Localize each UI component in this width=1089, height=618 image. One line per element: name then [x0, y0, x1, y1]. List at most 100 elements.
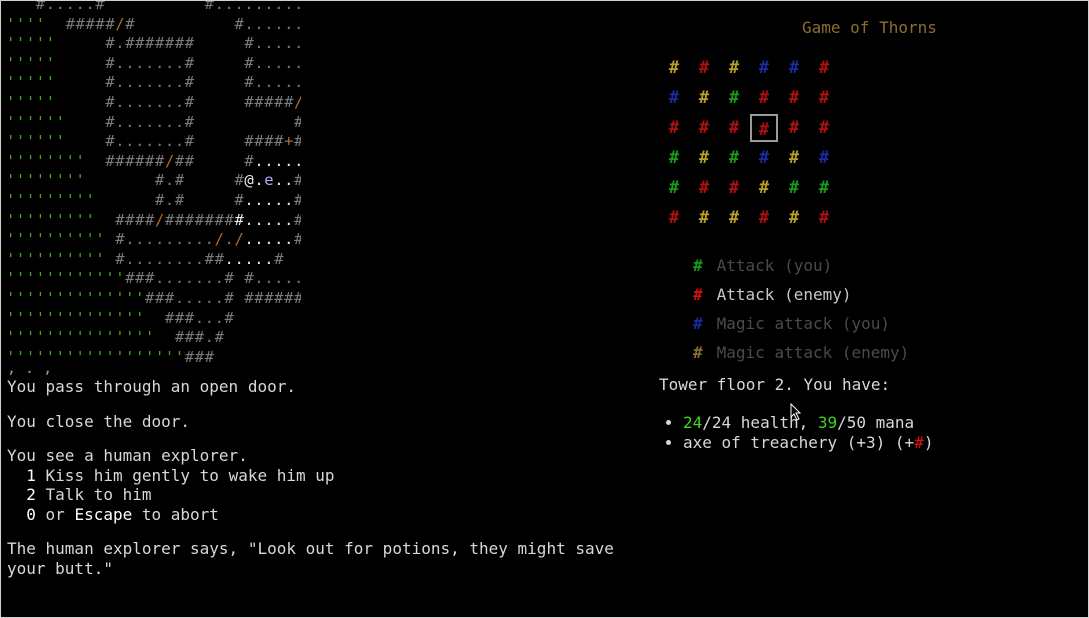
player-avatar: @ — [244, 171, 255, 190]
map-segment: '''''' — [6, 112, 66, 131]
grid-cell[interactable]: # — [750, 144, 778, 172]
grid-cell-selected[interactable]: # — [750, 114, 778, 142]
map-segment: / — [164, 151, 175, 170]
map-segment: '''''' — [6, 132, 66, 151]
grid-cell[interactable]: # — [660, 84, 688, 112]
map-segment: #............ — [234, 14, 301, 33]
map-segment: ## — [294, 132, 301, 150]
game-window: #.....# #..........####.......##### ''''… — [0, 0, 1089, 618]
message-log: , . , You pass through an open door. You… — [7, 363, 647, 593]
dialog-option-abort[interactable]: 0 or Escape to abort — [7, 505, 647, 525]
grid-cell[interactable]: # — [690, 114, 718, 142]
map-segment: . — [224, 230, 235, 249]
legend-symbol: # — [693, 285, 703, 304]
mana-current: 39 — [817, 413, 838, 432]
grid-cell[interactable]: # — [690, 174, 718, 202]
map-segment: ..... — [244, 190, 295, 209]
map-segment: #........## — [105, 249, 225, 268]
map-segment — [135, 15, 234, 33]
option-key: 0 — [26, 504, 36, 524]
map-segment: ####### — [164, 210, 235, 229]
dialog-option-kiss[interactable]: 1 Kiss him gently to wake him up — [7, 466, 647, 486]
map-segment: / — [115, 14, 126, 33]
map-segment: ###### — [85, 151, 165, 170]
map-segment: ''''''''' — [6, 210, 96, 229]
grid-cell[interactable]: # — [780, 114, 808, 142]
map-segment: #..... — [234, 210, 295, 229]
map-segment: # — [294, 171, 301, 189]
map-segment: #.......# #.........# #. — [105, 53, 301, 72]
map-segment: '''''''''' — [6, 249, 106, 268]
map-segment: ###.# — [154, 328, 225, 347]
map-segment: + — [284, 132, 295, 151]
map-segment: #.# # — [95, 190, 245, 209]
map-segment: #.......# #### — [65, 132, 285, 151]
grid-cell[interactable]: # — [750, 84, 778, 112]
grid-cell[interactable]: # — [810, 174, 838, 202]
option-key: 2 — [26, 485, 36, 504]
npc-explorer: e — [264, 171, 275, 190]
option-text: or — [35, 504, 75, 524]
grid-cell[interactable]: # — [690, 84, 718, 112]
weapon-text: axe of treachery (+3) (+ — [683, 433, 915, 452]
map-segment: '''''''''''''' — [6, 288, 146, 307]
game-title: Game of Thorns — [802, 18, 937, 37]
grid-cell[interactable]: # — [810, 204, 838, 232]
dialog-option-talk[interactable]: 2 Talk to him — [7, 485, 647, 505]
weapon-line: axe of treachery (+3) (+#) — [683, 433, 933, 453]
map-segment: # — [294, 230, 301, 248]
grid-cell[interactable]: # — [750, 204, 778, 232]
map-segment: ''''''''''''''' — [6, 328, 155, 347]
grid-cell[interactable]: # — [660, 144, 688, 172]
map-segment: ###.....# ####### — [145, 288, 301, 307]
grid-cell[interactable]: # — [750, 174, 778, 202]
grid-cell[interactable]: # — [660, 114, 688, 142]
grid-cell[interactable]: # — [750, 54, 778, 82]
grid-cell[interactable]: # — [810, 114, 838, 142]
grid-cell[interactable]: # — [810, 144, 838, 172]
grid-cell[interactable]: # — [720, 54, 748, 82]
legend-item: # Attack (enemy) — [693, 284, 909, 313]
grid-cell[interactable]: # — [780, 54, 808, 82]
map-segment: . — [254, 171, 265, 190]
map-segment: ## # — [174, 151, 255, 170]
map-segment: # — [125, 14, 136, 33]
grid-cell[interactable]: # — [810, 54, 838, 82]
grid-cell[interactable]: # — [720, 114, 748, 142]
grid-cell[interactable]: # — [690, 54, 718, 82]
grid-cell[interactable]: # — [780, 174, 808, 202]
map-segment: #.......# #.........# #. — [105, 73, 301, 92]
map-segment: #..........####.......##### — [204, 1, 301, 13]
grid-cell[interactable]: # — [720, 144, 748, 172]
weapon-close: ) — [923, 433, 934, 452]
map-segment: / — [154, 210, 165, 229]
grid-cell[interactable]: # — [660, 54, 688, 82]
status-header: Tower floor 2. You have: — [659, 375, 891, 394]
map-segment: .. — [274, 171, 295, 190]
legend-item: # Magic attack (you) — [693, 313, 909, 342]
grid-cell[interactable]: # — [780, 204, 808, 232]
grid-cell[interactable]: # — [810, 84, 838, 112]
grid-cell[interactable]: # — [720, 174, 748, 202]
map-segment: ###...# — [145, 308, 235, 327]
map-segment: #.......# #.# — [65, 112, 301, 131]
map-segment: ''''' — [6, 73, 56, 92]
grid-cell[interactable]: # — [780, 144, 808, 172]
grid-cell[interactable]: # — [720, 204, 748, 232]
grid-cell[interactable]: # — [660, 174, 688, 202]
map-segment: / — [294, 93, 301, 111]
map-segment: #.####### #..........#.###### — [105, 34, 301, 53]
grid-cell[interactable]: # — [720, 84, 748, 112]
grid-cell[interactable]: # — [660, 204, 688, 232]
map-segment: '''''''''' — [6, 230, 106, 249]
grid-cell[interactable]: # — [780, 84, 808, 112]
grid-cell[interactable]: # — [690, 204, 718, 232]
grid-cell[interactable]: # — [690, 144, 718, 172]
map-segment: # — [274, 249, 285, 268]
map-segment: #.....# — [6, 1, 106, 13]
log-line: You pass through an open door. — [7, 377, 296, 396]
legend-item: # Attack (you) — [693, 255, 909, 284]
dungeon-map[interactable]: #.....# #..........####.......##### ''''… — [1, 1, 301, 373]
mouse-cursor-icon — [790, 403, 802, 421]
weapon-symbol: # — [914, 433, 924, 452]
